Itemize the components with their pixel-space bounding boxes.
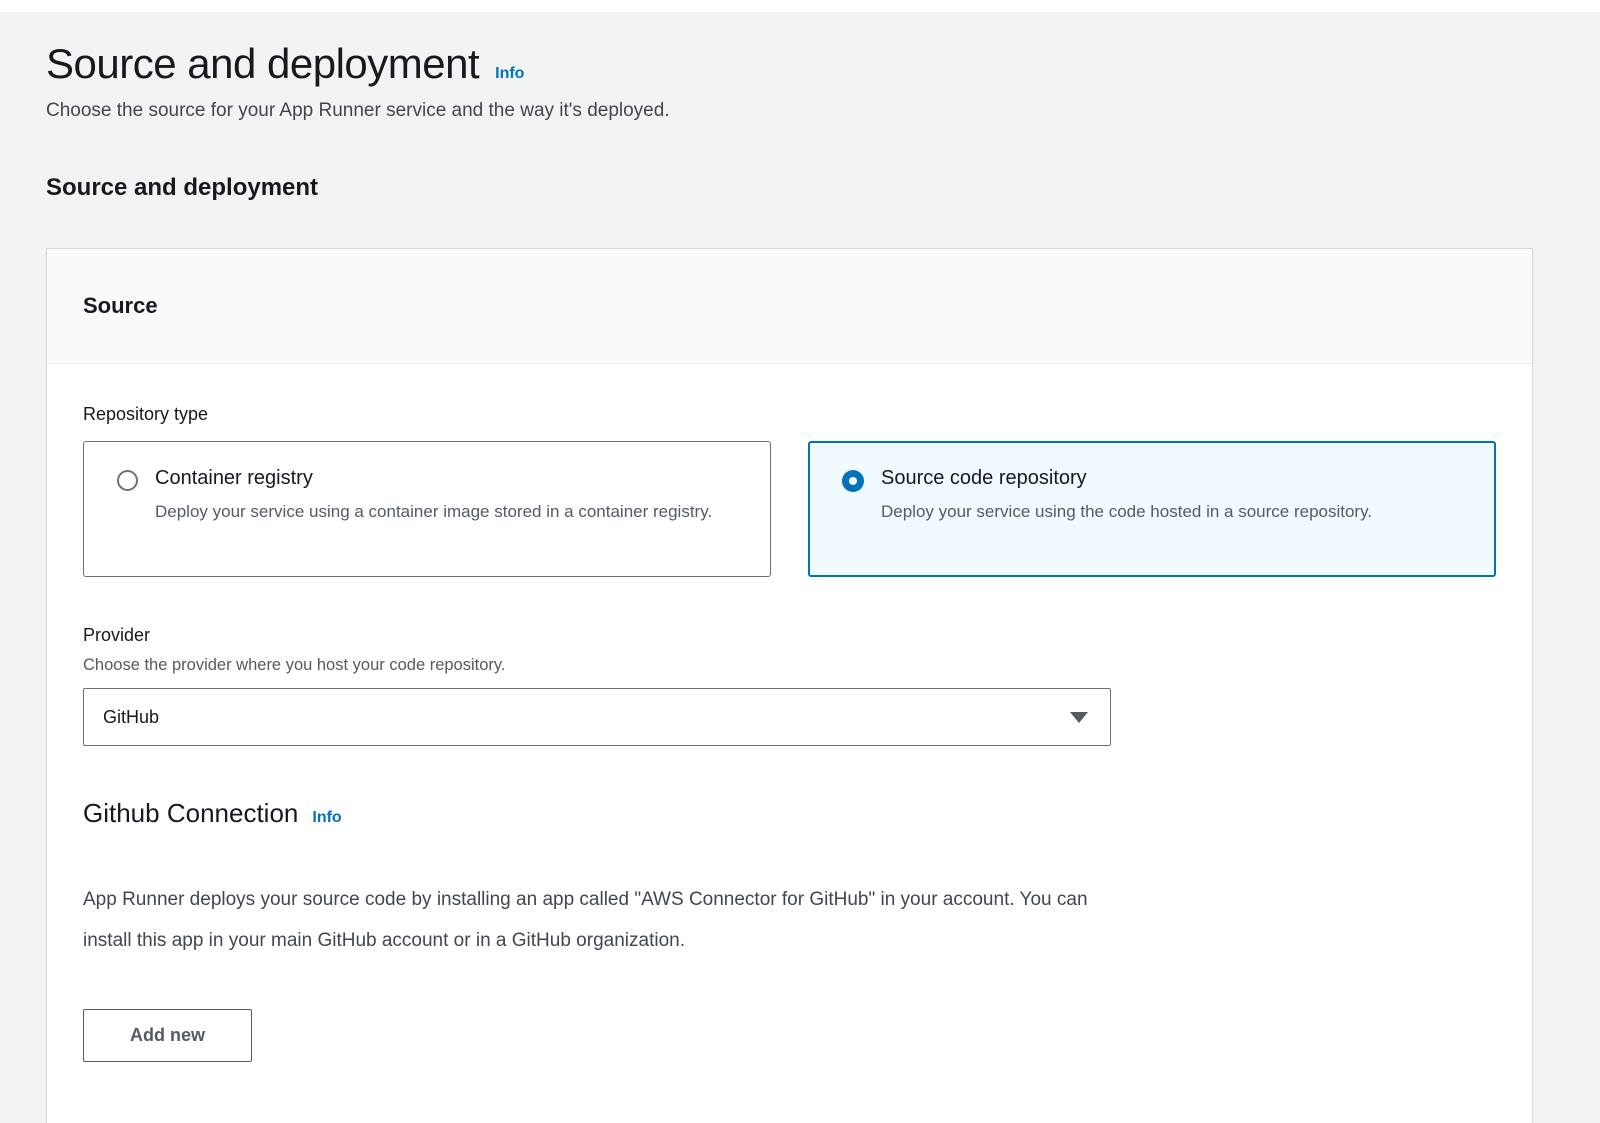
add-new-button[interactable]: Add new [83, 1009, 252, 1062]
github-connection-heading: Github Connection [83, 798, 298, 829]
github-connection-info-link[interactable]: Info [312, 809, 341, 827]
provider-select-value: GitHub [103, 707, 159, 728]
provider-description: Choose the provider where you host your … [83, 656, 1496, 675]
source-card: Source Repository type Container registr… [46, 248, 1533, 1123]
tile-source-code-repository-description: Deploy your service using the code hoste… [881, 499, 1372, 525]
page-title-info-link[interactable]: Info [495, 65, 524, 83]
radio-unselected-icon[interactable] [117, 470, 138, 491]
provider-label: Provider [83, 625, 1496, 646]
radio-selected-icon[interactable] [842, 470, 864, 492]
tile-text: Container registry Deploy your service u… [155, 467, 712, 551]
provider-select[interactable]: GitHub [83, 688, 1111, 746]
paragraph-line-1: App Runner deploys your source code by i… [83, 879, 1496, 920]
github-connection-paragraph: App Runner deploys your source code by i… [83, 879, 1496, 961]
repository-type-tiles: Container registry Deploy your service u… [83, 441, 1496, 577]
top-strip [0, 0, 1600, 12]
repository-type-label: Repository type [83, 404, 1496, 425]
tile-container-registry-description: Deploy your service using a container im… [155, 499, 712, 525]
page-header: Source and deployment Info [46, 40, 1600, 88]
source-card-header: Source [47, 249, 1532, 364]
provider-section: Provider Choose the provider where you h… [83, 625, 1496, 746]
source-card-body: Repository type Container registry Deplo… [47, 364, 1532, 1123]
github-connection-header: Github Connection Info [83, 798, 1496, 829]
tile-container-registry-title: Container registry [155, 467, 712, 490]
tile-text: Source code repository Deploy your servi… [881, 467, 1372, 551]
chevron-down-icon [1070, 712, 1088, 723]
source-card-title: Source [83, 293, 1496, 319]
paragraph-line-2: install this app in your main GitHub acc… [83, 920, 1496, 961]
tile-container-registry[interactable]: Container registry Deploy your service u… [83, 441, 771, 577]
tile-source-code-repository[interactable]: Source code repository Deploy your servi… [808, 441, 1496, 577]
page-title: Source and deployment [46, 40, 479, 88]
page-subtitle: Choose the source for your App Runner se… [46, 100, 1600, 122]
tile-source-code-repository-title: Source code repository [881, 467, 1372, 490]
source-and-deployment-page: Source and deployment Info Choose the so… [0, 40, 1600, 1123]
section-heading: Source and deployment [46, 174, 1600, 202]
